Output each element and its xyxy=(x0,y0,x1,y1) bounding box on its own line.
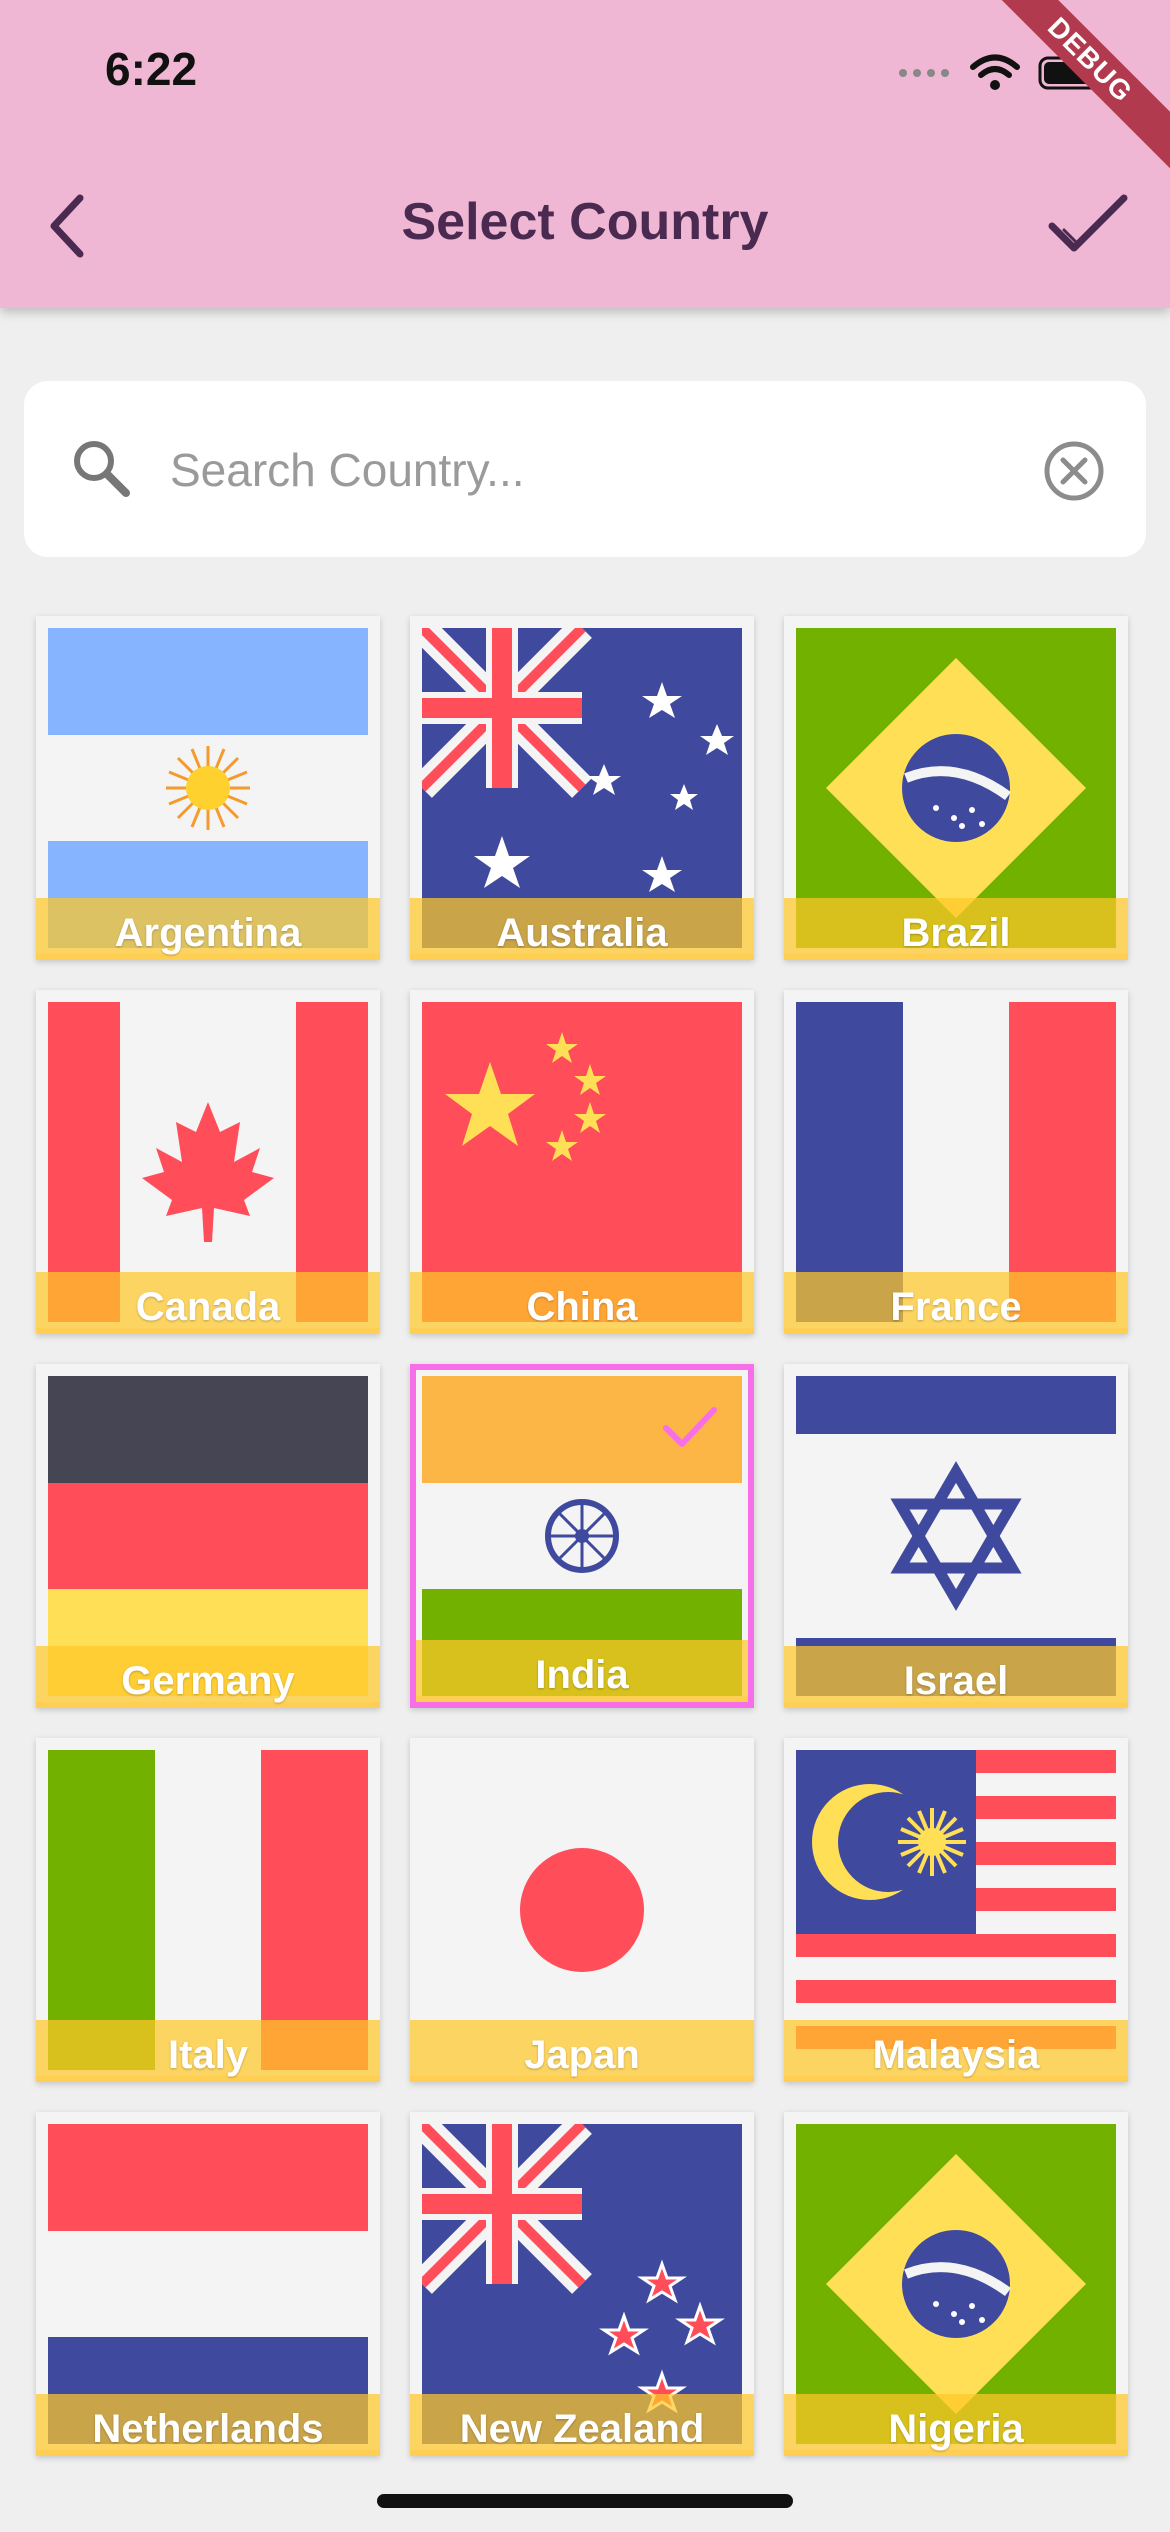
country-name: France xyxy=(890,1285,1022,1329)
country-name: Argentina xyxy=(114,911,302,955)
country-name: Australia xyxy=(496,911,668,955)
country-tile-france[interactable]: France xyxy=(784,990,1128,1334)
country-name: Netherlands xyxy=(92,2407,324,2451)
country-tile-nigeria[interactable]: Nigeria xyxy=(784,2112,1128,2456)
country-tile-australia[interactable]: Australia xyxy=(410,616,754,960)
country-tile-new-zealand[interactable]: New Zealand xyxy=(410,2112,754,2456)
selected-check-icon xyxy=(663,1407,717,1447)
check-icon xyxy=(1048,194,1128,252)
country-name: Germany xyxy=(121,1659,295,1703)
confirm-button[interactable] xyxy=(1046,190,1130,260)
country-tile-malaysia[interactable]: Malaysia xyxy=(784,1738,1128,2082)
country-tile-israel[interactable]: Israel xyxy=(784,1364,1128,1708)
country-tile-india[interactable]: India xyxy=(410,1364,754,1708)
country-name: Japan xyxy=(524,2033,640,2077)
country-name: New Zealand xyxy=(459,2407,705,2451)
search-bar xyxy=(24,381,1146,557)
country-name: China xyxy=(526,1285,638,1329)
country-name: Canada xyxy=(135,1285,281,1329)
country-name: Italy xyxy=(167,2033,249,2077)
country-name: Israel xyxy=(903,1659,1009,1703)
country-name: Nigeria xyxy=(888,2407,1024,2451)
country-name: Brazil xyxy=(901,911,1011,955)
country-tile-japan[interactable]: Japan xyxy=(410,1738,754,2082)
wifi-icon xyxy=(970,54,1020,90)
country-tile-italy[interactable]: Italy xyxy=(36,1738,380,2082)
signal-icon xyxy=(899,69,949,77)
country-tile-china[interactable]: China xyxy=(410,990,754,1334)
country-tile-argentina[interactable]: Argentina xyxy=(36,616,380,960)
country-name: Malaysia xyxy=(872,2033,1040,2077)
app-bar: 6:22 DEBUG Select Country xyxy=(0,0,1170,308)
status-time: 6:22 xyxy=(105,43,198,95)
page-title: Select Country xyxy=(401,193,769,251)
country-tile-brazil[interactable]: Brazil xyxy=(784,616,1128,960)
search-input[interactable] xyxy=(168,431,1022,509)
country-tile-netherlands[interactable]: Netherlands xyxy=(36,2112,380,2456)
country-tile-germany[interactable]: Germany xyxy=(36,1364,380,1708)
country-grid: Argentina Australia Brazil Canada China … xyxy=(36,616,1136,2456)
home-indicator[interactable] xyxy=(377,2494,793,2508)
clear-circle-icon[interactable] xyxy=(1042,439,1106,503)
search-icon xyxy=(74,441,130,497)
country-name: India xyxy=(535,1653,629,1697)
country-tile-canada[interactable]: Canada xyxy=(36,990,380,1334)
